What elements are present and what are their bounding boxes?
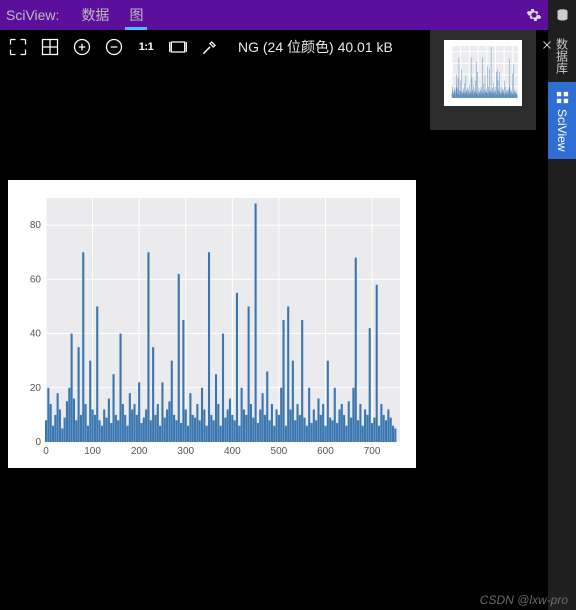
fullscreen-icon[interactable] bbox=[8, 37, 28, 57]
thumbnail-chart bbox=[444, 40, 522, 106]
svg-text:0: 0 bbox=[35, 437, 41, 448]
grid-icon[interactable] bbox=[40, 37, 60, 57]
svg-text:300: 300 bbox=[177, 446, 194, 457]
svg-text:500: 500 bbox=[271, 446, 288, 457]
svg-text:0: 0 bbox=[43, 446, 49, 457]
image-meta: NG (24 位颜色) 40.01 kB bbox=[238, 37, 393, 57]
close-icon[interactable] bbox=[538, 36, 556, 54]
svg-text:700: 700 bbox=[364, 446, 381, 457]
rail-item-sciview-label: SciView bbox=[555, 109, 569, 151]
one-to-one-icon[interactable]: 1:1 bbox=[136, 37, 156, 57]
svg-text:40: 40 bbox=[30, 329, 42, 340]
thumbnail-panel bbox=[430, 30, 536, 130]
svg-text:60: 60 bbox=[30, 274, 42, 285]
svg-text:600: 600 bbox=[317, 446, 334, 457]
fit-screen-icon[interactable] bbox=[168, 37, 188, 57]
rail-database-icon[interactable] bbox=[548, 0, 576, 30]
svg-text:400: 400 bbox=[224, 446, 241, 457]
rail-item-sciview[interactable]: SciView bbox=[548, 82, 576, 159]
thumbnail-image[interactable] bbox=[444, 40, 522, 106]
right-rail: 数据库 SciView bbox=[548, 0, 576, 610]
zoom-out-icon[interactable] bbox=[104, 37, 124, 57]
svg-text:80: 80 bbox=[30, 220, 42, 231]
watermark: CSDN @lxw-pro bbox=[480, 593, 568, 607]
chart-canvas: 0 20 40 60 80 0 100 200 300 400 500 600 700 bbox=[8, 180, 416, 468]
sciview-icon bbox=[555, 90, 570, 105]
eyedropper-icon[interactable] bbox=[200, 37, 220, 57]
gear-icon[interactable] bbox=[522, 0, 546, 30]
zoom-in-icon[interactable] bbox=[72, 37, 92, 57]
tab-data[interactable]: 数据 bbox=[71, 0, 119, 30]
svg-text:200: 200 bbox=[131, 446, 148, 457]
app-title: SciView: bbox=[6, 7, 59, 23]
tab-figure[interactable]: 图 bbox=[119, 0, 153, 30]
header-bar: SciView: 数据 图 bbox=[0, 0, 576, 30]
main-chart: 0 20 40 60 80 0 100 200 300 400 500 600 700 bbox=[8, 180, 416, 468]
svg-text:100: 100 bbox=[84, 446, 101, 457]
svg-text:20: 20 bbox=[30, 383, 42, 394]
